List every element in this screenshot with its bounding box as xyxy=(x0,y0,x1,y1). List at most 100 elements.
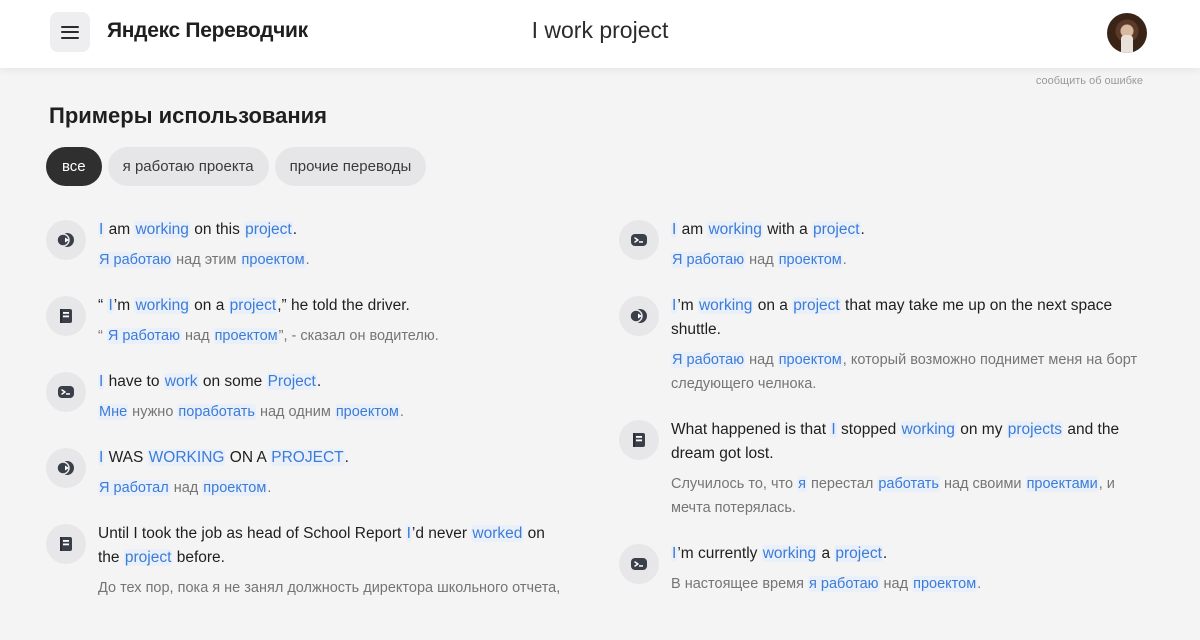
text-segment: над xyxy=(180,328,214,344)
text-segment: on some xyxy=(198,373,267,390)
text-segment: ’m xyxy=(113,297,135,314)
search-query[interactable]: I work project xyxy=(0,17,1200,44)
highlighted-word: проектом xyxy=(202,480,268,496)
book-icon[interactable] xyxy=(619,420,659,460)
highlighted-word: working xyxy=(900,421,956,438)
section-title: Примеры использования xyxy=(49,103,328,128)
text-segment: над xyxy=(745,252,778,268)
example-source: I have to work on some Project. xyxy=(98,370,566,394)
filter-chip[interactable]: я работаю проекта xyxy=(107,147,269,186)
text-segment: . xyxy=(316,373,322,390)
text-segment: над одним xyxy=(255,404,335,420)
text-segment: ’m currently xyxy=(677,545,762,562)
text-segment: над xyxy=(879,576,913,592)
examples-right-column: I am working with a project. Я работаю на… xyxy=(619,218,1139,618)
example-translation: Я работал над проектом. xyxy=(98,476,566,500)
highlighted-word: проектом xyxy=(912,576,978,592)
highlighted-word: WORKING xyxy=(147,449,226,466)
text-segment: with a xyxy=(762,221,812,238)
highlighted-word: я xyxy=(797,476,807,492)
text-segment: нужно xyxy=(128,404,178,420)
text-segment: am xyxy=(677,221,708,238)
example-translation: Я работаю над проектом. xyxy=(671,248,1139,272)
terminal-icon[interactable] xyxy=(619,220,659,260)
text-segment: . xyxy=(842,252,847,268)
highlighted-word: working xyxy=(134,297,190,314)
text-segment: ”, - сказал он водителю. xyxy=(278,328,439,344)
example-item: What happened is that I stopped working … xyxy=(619,418,1139,520)
filter-chip[interactable]: все xyxy=(46,147,102,186)
text-segment: . xyxy=(267,480,272,496)
book-icon[interactable] xyxy=(46,296,86,336)
example-translation: В настоящее время я работаю над проектом… xyxy=(671,572,1139,596)
text-segment: ’m xyxy=(677,297,698,314)
example-item: I am working with a project. Я работаю на… xyxy=(619,218,1139,272)
example-translation: Случилось то, что я перестал работать на… xyxy=(671,472,1139,520)
highlighted-word: Я работаю xyxy=(106,328,181,344)
text-segment: перестал xyxy=(806,476,878,492)
example-source: Until I took the job as head of School R… xyxy=(98,522,566,570)
top-bar: Яндекс Переводчик I work project xyxy=(0,0,1200,68)
example-source: I’m currently working a project. xyxy=(671,542,1139,566)
example-source: What happened is that I stopped working … xyxy=(671,418,1139,466)
book-icon[interactable] xyxy=(46,524,86,564)
highlighted-word: working xyxy=(134,221,190,238)
example-item: I’m currently working a project. В настоя… xyxy=(619,542,1139,596)
example-item: I’m working on a project that may take m… xyxy=(619,294,1139,396)
report-error-link[interactable]: сообщить об ошибке xyxy=(1036,75,1143,87)
video-icon[interactable] xyxy=(46,220,86,260)
highlighted-word: поработать xyxy=(177,404,256,420)
example-source: I’m working on a project that may take m… xyxy=(671,294,1139,342)
highlighted-word: проектом xyxy=(777,352,843,368)
video-icon[interactable] xyxy=(46,448,86,488)
highlighted-word: я работаю xyxy=(808,576,880,592)
example-body: I’m currently working a project. В настоя… xyxy=(671,542,1139,596)
highlighted-word: Я работал xyxy=(98,480,170,496)
text-segment: . xyxy=(292,221,298,238)
text-segment: am xyxy=(104,221,135,238)
example-translation: Я работаю над проектом, который возможно… xyxy=(671,348,1139,396)
highlighted-word: Мне xyxy=(98,404,129,420)
terminal-icon[interactable] xyxy=(619,544,659,584)
example-translation: “ Я работаю над проектом”, - сказал он в… xyxy=(98,324,566,348)
highlighted-word: project xyxy=(228,297,278,314)
highlighted-word: working xyxy=(761,545,818,562)
highlighted-word: project xyxy=(792,297,841,314)
highlighted-word: проектом xyxy=(240,252,306,268)
filter-chip[interactable]: прочие переводы xyxy=(274,147,427,186)
text-segment: над xyxy=(169,480,203,496)
example-item: I have to work on some Project. Мне нужно… xyxy=(46,370,566,424)
text-segment: ,” he told the driver. xyxy=(277,297,410,314)
text-segment: . xyxy=(305,252,310,268)
example-body: I’m working on a project that may take m… xyxy=(671,294,1139,396)
highlighted-word: work xyxy=(163,373,199,390)
video-icon[interactable] xyxy=(619,296,659,336)
example-body: What happened is that I stopped working … xyxy=(671,418,1139,520)
text-segment: над этим xyxy=(172,252,241,268)
text-segment: ON A xyxy=(225,449,271,466)
text-segment: “ xyxy=(98,328,107,344)
highlighted-word: working xyxy=(697,297,754,314)
highlighted-word: Я работаю xyxy=(98,252,173,268)
text-segment: on a xyxy=(189,297,229,314)
example-item: I WAS WORKING ON A PROJECT. Я работал над… xyxy=(46,446,566,500)
text-segment: ’d never xyxy=(411,525,472,542)
text-segment: What happened is that xyxy=(671,421,831,438)
text-segment: Until I took the job as head of School R… xyxy=(98,525,406,542)
example-body: “ I’m working on a project,” he told the… xyxy=(98,294,566,348)
example-source: I am working with a project. xyxy=(671,218,1139,242)
text-segment: on my xyxy=(955,421,1007,438)
terminal-icon[interactable] xyxy=(46,372,86,412)
highlighted-word: Project xyxy=(266,373,317,390)
example-translation: Мне нужно поработать над одним проектом. xyxy=(98,400,566,424)
example-source: I am working on this project. xyxy=(98,218,566,242)
examples-left-column: I am working on this project. Я работаю н… xyxy=(46,218,566,622)
example-item: I am working on this project. Я работаю н… xyxy=(46,218,566,272)
highlighted-word: worked xyxy=(471,525,524,542)
highlighted-word: working xyxy=(707,221,763,238)
text-segment: над своими xyxy=(939,476,1026,492)
example-body: I WAS WORKING ON A PROJECT. Я работал над… xyxy=(98,446,566,500)
highlighted-word: project xyxy=(123,549,173,566)
example-body: I am working on this project. Я работаю н… xyxy=(98,218,566,272)
user-avatar[interactable] xyxy=(1107,13,1147,53)
